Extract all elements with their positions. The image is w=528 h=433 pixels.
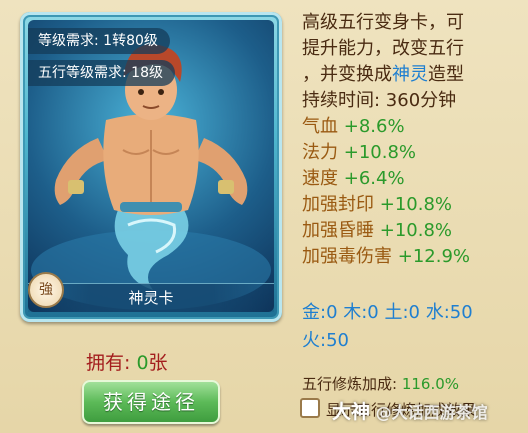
obtain-method-button[interactable]: 获得途径	[82, 380, 220, 424]
card-name: 神灵卡	[28, 283, 274, 312]
element-values-line-2: 火:50	[302, 330, 349, 351]
enhanced-badge-icon: 強	[28, 272, 64, 308]
transform-name-highlight: 神灵	[392, 64, 428, 85]
element-level-requirement: 五行等级需求: 18级	[28, 60, 175, 86]
transformation-card[interactable]: 等级需求: 1转80级 五行等级需求: 18级 神灵卡 強	[20, 12, 282, 322]
owned-count: 拥有: 0张	[86, 348, 168, 375]
stat-seal: 加强封印 +10.8%	[302, 194, 452, 215]
owned-unit: 张	[148, 352, 168, 374]
show-cultivation-checkbox[interactable]	[300, 398, 320, 418]
level-requirement: 等级需求: 1转80级	[28, 28, 170, 54]
description-line-2: 提升能力，改变五行	[302, 38, 464, 59]
element-values-line-1: 金:0 木:0 土:0 水:50	[302, 302, 473, 323]
element-cultivation-bonus: 五行修炼加成: 116.0%	[302, 375, 460, 393]
description-line-1: 高级五行变身卡，可	[302, 12, 464, 33]
stat-mp: 法力 +10.8%	[302, 142, 416, 163]
description-line-3: ，并变换成神灵造型	[302, 64, 464, 85]
stat-sleep: 加强昏睡 +10.8%	[302, 220, 452, 241]
owned-number: 0	[136, 352, 149, 374]
duration: 持续时间: 360分钟	[302, 90, 457, 111]
watermark-brand: 大神	[332, 401, 371, 423]
stat-speed: 速度 +6.4%	[302, 168, 405, 189]
watermark-text: @大话西游茶馆	[375, 403, 488, 422]
owned-label: 拥有:	[86, 352, 137, 374]
stat-hp: 气血 +8.6%	[302, 116, 405, 137]
watermark: 大神 @大话西游茶馆	[332, 397, 488, 424]
card-description: 高级五行变身卡，可 提升能力，改变五行 ，并变换成神灵造型 持续时间: 360分…	[302, 10, 524, 114]
stat-poison: 加强毒伤害 +12.9%	[302, 246, 470, 267]
